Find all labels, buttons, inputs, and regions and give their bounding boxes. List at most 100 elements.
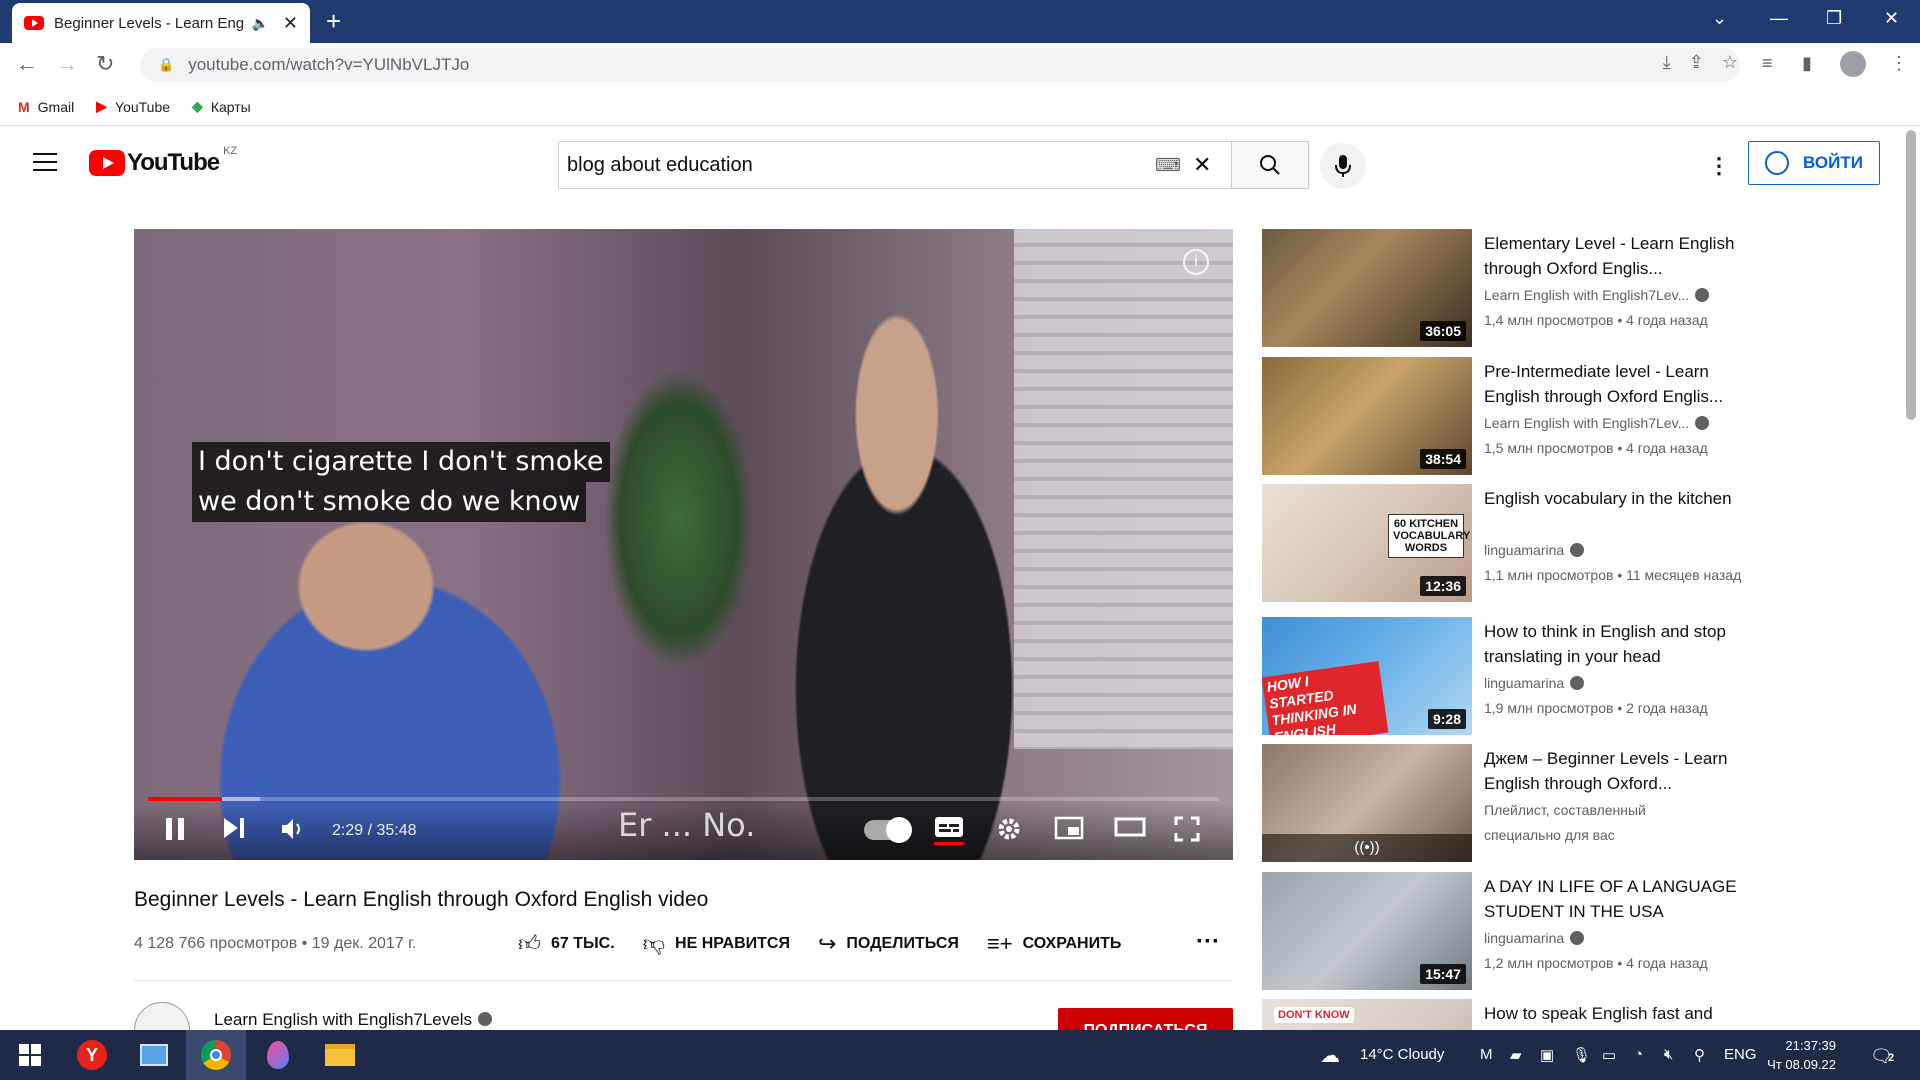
battery-icon[interactable]: ▭	[1602, 1046, 1616, 1064]
fullscreen-icon[interactable]	[1174, 816, 1200, 842]
volume-icon[interactable]	[280, 816, 306, 842]
bookmark-maps[interactable]: ◆ Карты	[192, 98, 251, 115]
chrome-icon[interactable]	[186, 1030, 246, 1080]
channel-name[interactable]: Learn English with English7Levels	[214, 1010, 492, 1030]
search-input[interactable]	[567, 153, 1127, 177]
tray-webcam-icon[interactable]: ▣	[1540, 1046, 1554, 1064]
add-to-playlist-icon: ≡+	[986, 930, 1013, 956]
recommendation-channel[interactable]: linguamarina	[1484, 542, 1764, 558]
lock-icon[interactable]: 🔒	[158, 57, 174, 73]
video-thumbnail[interactable]: DON'T KNOW	[1262, 999, 1472, 1030]
browser-menu-icon[interactable]: ⋮	[1890, 53, 1908, 74]
yandex-browser-icon[interactable]: Y	[62, 1030, 122, 1080]
theater-mode-icon[interactable]	[1114, 816, 1146, 838]
recommendation-title[interactable]: A DAY IN LIFE OF A LANGUAGE STUDENT IN T…	[1484, 874, 1754, 924]
maximize-icon[interactable]: ❐	[1826, 8, 1842, 29]
menu-icon[interactable]	[33, 153, 57, 177]
windows-start-icon[interactable]	[0, 1030, 60, 1080]
close-window-icon[interactable]: ✕	[1884, 8, 1899, 29]
next-icon[interactable]	[222, 816, 246, 840]
youtube-logo[interactable]: YouTube KZ	[89, 145, 237, 177]
autoplay-toggle[interactable]	[864, 817, 912, 843]
recommendation-item[interactable]: 60 KITCHEN VOCABULARY WORDS 12:36 Englis…	[1262, 484, 1862, 602]
recommendation-title[interactable]: Pre-Intermediate level - Learn English t…	[1484, 359, 1754, 409]
speaker-icon[interactable]: 🔈	[251, 15, 268, 32]
language-indicator[interactable]: ENG	[1724, 1046, 1757, 1063]
clear-search-icon[interactable]: ✕	[1193, 152, 1211, 178]
tray-app-icon[interactable]: M	[1480, 1046, 1493, 1063]
recommendation-item[interactable]: 15:47 A DAY IN LIFE OF A LANGUAGE STUDEN…	[1262, 872, 1862, 990]
recommendation-title[interactable]: How to speak English fast and	[1484, 1001, 1754, 1026]
recommendation-item[interactable]: DON'T KNOW How to speak English fast and	[1262, 999, 1862, 1030]
recommendation-channel[interactable]: Плейлист, составленный	[1484, 802, 1764, 818]
recommendation-item[interactable]: ((•)) Джем – Beginner Levels - Learn Eng…	[1262, 744, 1862, 862]
recommendation-channel[interactable]: Learn English with English7Lev...	[1484, 287, 1764, 303]
more-actions-icon[interactable]: ···	[1196, 928, 1220, 956]
share-button[interactable]: ↪ ПОДЕЛИТЬСЯ	[818, 931, 959, 957]
info-icon[interactable]: i	[1183, 249, 1209, 275]
reload-icon[interactable]: ↻	[96, 51, 114, 77]
media-control-icon[interactable]: ≡	[1762, 53, 1773, 74]
close-tab-icon[interactable]: ✕	[283, 13, 298, 34]
clock[interactable]: 21:37:39 Чт 08.09.22	[1760, 1036, 1836, 1074]
pause-icon[interactable]	[164, 816, 186, 842]
settings-menu-icon[interactable]: ⋮	[1708, 153, 1730, 179]
video-player[interactable]: i I don't cigarette I don't smoke we don…	[134, 229, 1233, 860]
save-button[interactable]: ≡+ СОХРАНИТЬ	[987, 931, 1122, 957]
url-text[interactable]: youtube.com/watch?v=YUlNbVLJTJo	[188, 55, 469, 75]
new-tab-button[interactable]: +	[326, 6, 341, 37]
browser-tab[interactable]: Beginner Levels - Learn Engli 🔈 ✕	[12, 3, 310, 43]
dislike-button[interactable]: 👎︎ НЕ НРАВИТСЯ	[643, 930, 790, 957]
minimize-icon[interactable]: —	[1770, 8, 1788, 29]
nvidia-icon[interactable]: ▰	[1510, 1046, 1522, 1064]
recommendation-item[interactable]: HOW I STARTED THINKING IN ENGLISH 9:28 H…	[1262, 617, 1862, 735]
video-thumbnail[interactable]: 60 KITCHEN VOCABULARY WORDS 12:36	[1262, 484, 1472, 602]
bookmark-youtube[interactable]: ▶ YouTube	[96, 98, 170, 115]
location-icon[interactable]: ⚲	[1694, 1046, 1705, 1064]
settings-gear-icon[interactable]	[996, 816, 1022, 842]
video-thumbnail[interactable]: 36:05	[1262, 229, 1472, 347]
paint-drop-icon[interactable]	[248, 1030, 308, 1080]
recommendation-title[interactable]: Джем – Beginner Levels - Learn English t…	[1484, 746, 1754, 796]
recommendation-channel[interactable]: linguamarina	[1484, 675, 1764, 691]
profile-avatar-icon[interactable]	[1840, 51, 1866, 77]
video-thumbnail[interactable]: 38:54	[1262, 357, 1472, 475]
wifi-icon[interactable]: ◔	[1634, 1046, 1643, 1063]
bookmark-star-icon[interactable]: ☆	[1722, 52, 1738, 73]
video-thumbnail[interactable]: 15:47	[1262, 872, 1472, 990]
recommendation-title[interactable]: Elementary Level - Learn English through…	[1484, 231, 1754, 281]
recommendation-item[interactable]: 36:05 Elementary Level - Learn English t…	[1262, 229, 1862, 347]
bookmark-gmail[interactable]: M Gmail	[18, 99, 74, 115]
keyboard-icon[interactable]: ⌨	[1155, 155, 1181, 176]
subtitles-icon[interactable]	[934, 816, 964, 840]
video-thumbnail[interactable]: ((•))	[1262, 744, 1472, 862]
page-scrollbar[interactable]	[1906, 130, 1916, 420]
weather-text[interactable]: 14°C Cloudy	[1360, 1046, 1444, 1063]
search-button[interactable]	[1231, 141, 1309, 189]
share-arrow-icon: ↪	[817, 930, 837, 956]
sign-in-button[interactable]: ВОЙТИ	[1748, 141, 1880, 185]
address-bar[interactable]: 🔒 youtube.com/watch?v=YUlNbVLJTJo	[140, 48, 1740, 82]
app-window-icon[interactable]	[124, 1030, 184, 1080]
like-button[interactable]: 👍︎ 67 ТЫС.	[518, 930, 615, 957]
search-icon	[1260, 155, 1280, 175]
recommendation-title[interactable]: English vocabulary in the kitchen	[1484, 486, 1754, 511]
side-panel-icon[interactable]: ▮	[1802, 53, 1812, 74]
tab-search-icon[interactable]: ⌄	[1712, 8, 1727, 29]
install-icon[interactable]: ⤓	[1663, 52, 1671, 73]
volume-muted-icon[interactable]: 🔇︎	[1664, 1046, 1673, 1063]
recommendation-item[interactable]: 38:54 Pre-Intermediate level - Learn Eng…	[1262, 357, 1862, 475]
progress-bar[interactable]	[148, 797, 1219, 801]
back-icon[interactable]: ←	[16, 51, 38, 77]
weather-cloud-icon[interactable]: ☁	[1320, 1043, 1340, 1068]
share-icon[interactable]: ⇪	[1689, 52, 1704, 73]
microphone-tray-icon[interactable]: 🎙︎	[1572, 1046, 1591, 1064]
video-thumbnail[interactable]: HOW I STARTED THINKING IN ENGLISH 9:28	[1262, 617, 1472, 735]
recommendation-title[interactable]: How to think in English and stop transla…	[1484, 619, 1754, 669]
miniplayer-icon[interactable]	[1054, 816, 1084, 840]
forward-icon[interactable]: →	[56, 51, 78, 77]
recommendation-channel[interactable]: linguamarina	[1484, 930, 1764, 946]
recommendation-channel[interactable]: Learn English with English7Lev...	[1484, 415, 1764, 431]
file-explorer-icon[interactable]	[310, 1030, 370, 1080]
voice-search-button[interactable]	[1320, 143, 1366, 189]
